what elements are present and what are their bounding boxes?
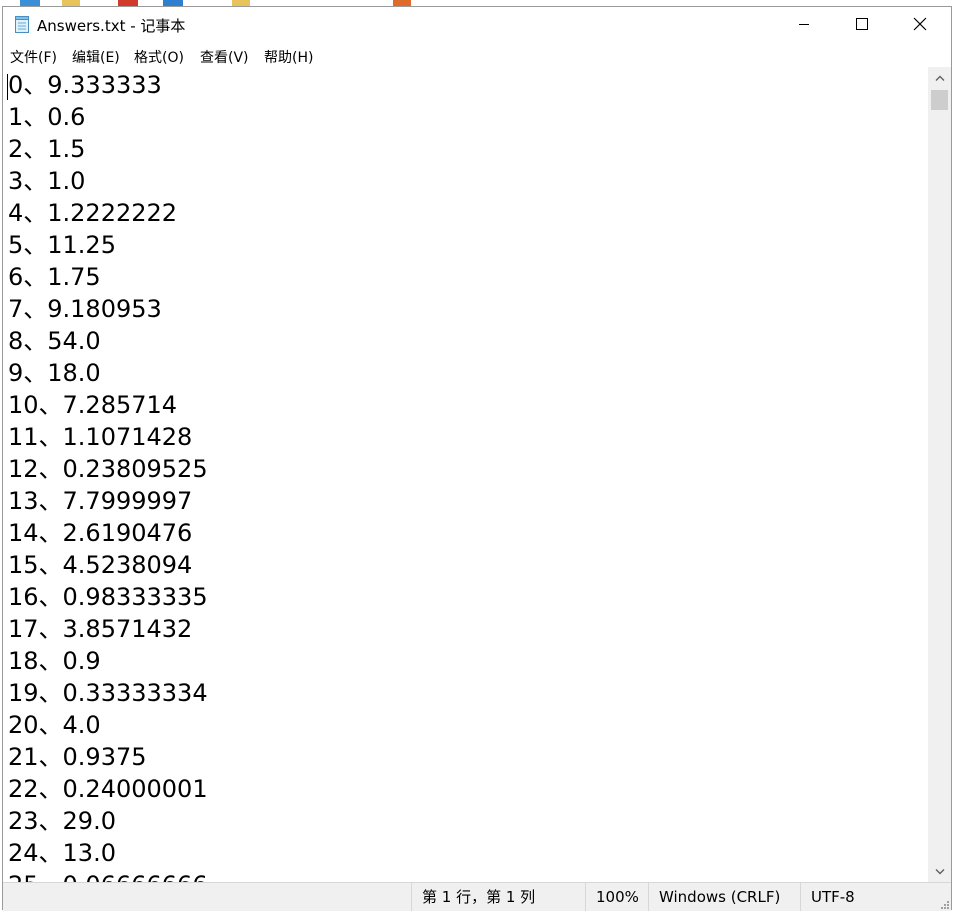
text-line: 23、29.0 <box>8 807 116 835</box>
title-bar[interactable]: Answers.txt - 记事本 <box>3 7 951 41</box>
text-line: 11、1.1071428 <box>8 423 193 451</box>
text-line: 10、7.285714 <box>8 391 178 419</box>
maximize-button[interactable] <box>833 7 891 41</box>
menu-bar: 文件(F) 编辑(E) 格式(O) 查看(V) 帮助(H) <box>3 43 951 67</box>
line-ending: Windows (CRLF) <box>648 883 800 911</box>
menu-view[interactable]: 查看(V) <box>200 47 249 67</box>
text-line: 19、0.33333334 <box>8 679 208 707</box>
notepad-icon <box>15 16 29 33</box>
encoding: UTF-8 <box>800 883 951 911</box>
text-line: 25、0.06666666 <box>8 869 208 882</box>
chevron-down-icon <box>935 868 944 874</box>
text-line: 8、54.0 <box>8 327 101 355</box>
vertical-scrollbar[interactable] <box>928 67 951 882</box>
text-line: 14、2.6190476 <box>8 519 193 547</box>
text-line: 1、0.6 <box>8 103 86 131</box>
text-line: 24、13.0 <box>8 839 116 867</box>
scroll-up-button[interactable] <box>928 69 951 86</box>
status-bar: 第 1 行，第 1 列 100% Windows (CRLF) UTF-8 <box>3 882 951 911</box>
text-line: 21、0.9375 <box>8 743 147 771</box>
cursor-position: 第 1 行，第 1 列 <box>411 883 585 911</box>
text-line: 22、0.24000001 <box>8 775 208 803</box>
text-line: 6、1.75 <box>8 263 101 291</box>
menu-edit[interactable]: 编辑(E) <box>72 47 120 67</box>
window-title: Answers.txt - 记事本 <box>37 17 186 35</box>
text-line: 17、3.8571432 <box>8 615 193 643</box>
close-button[interactable] <box>891 7 949 41</box>
menu-file[interactable]: 文件(F) <box>10 47 57 67</box>
minimize-icon <box>799 24 809 25</box>
maximize-icon <box>856 18 868 30</box>
minimize-button[interactable] <box>775 7 833 41</box>
text-line: 7、9.180953 <box>8 295 162 323</box>
scrollbar-thumb[interactable] <box>931 90 948 110</box>
text-editor[interactable]: 0、9.333333 1、0.6 2、1.5 3、1.0 4、1.2222222 5、11… <box>3 67 928 882</box>
menu-help[interactable]: 帮助(H) <box>264 47 313 67</box>
text-lines: 0、9.333333 1、0.6 2、1.5 3、1.0 4、1.2222222 5、11… <box>8 69 208 882</box>
text-line: 2、1.5 <box>8 135 86 163</box>
text-line: 20、4.0 <box>8 711 101 739</box>
text-line: 18、0.9 <box>8 647 101 675</box>
chevron-up-icon <box>935 75 944 81</box>
text-line: 4、1.2222222 <box>8 199 178 227</box>
text-line: 5、11.25 <box>8 231 116 259</box>
text-line: 13、7.7999997 <box>8 487 193 515</box>
resize-grip-icon[interactable] <box>939 899 949 909</box>
notepad-window: Answers.txt - 记事本 文件(F) 编辑(E) 格式(O) 查看(V… <box>2 6 952 911</box>
menu-format[interactable]: 格式(O) <box>134 47 184 67</box>
text-line: 16、0.98333335 <box>8 583 208 611</box>
text-line: 12、0.23809525 <box>8 455 208 483</box>
text-line: 15、4.5238094 <box>8 551 193 579</box>
text-line: 9、18.0 <box>8 359 101 387</box>
close-icon <box>913 17 927 31</box>
text-line: 0、9.333333 <box>8 71 162 99</box>
scroll-down-button[interactable] <box>928 863 951 880</box>
text-line: 3、1.0 <box>8 167 86 195</box>
zoom-level: 100% <box>585 883 648 911</box>
